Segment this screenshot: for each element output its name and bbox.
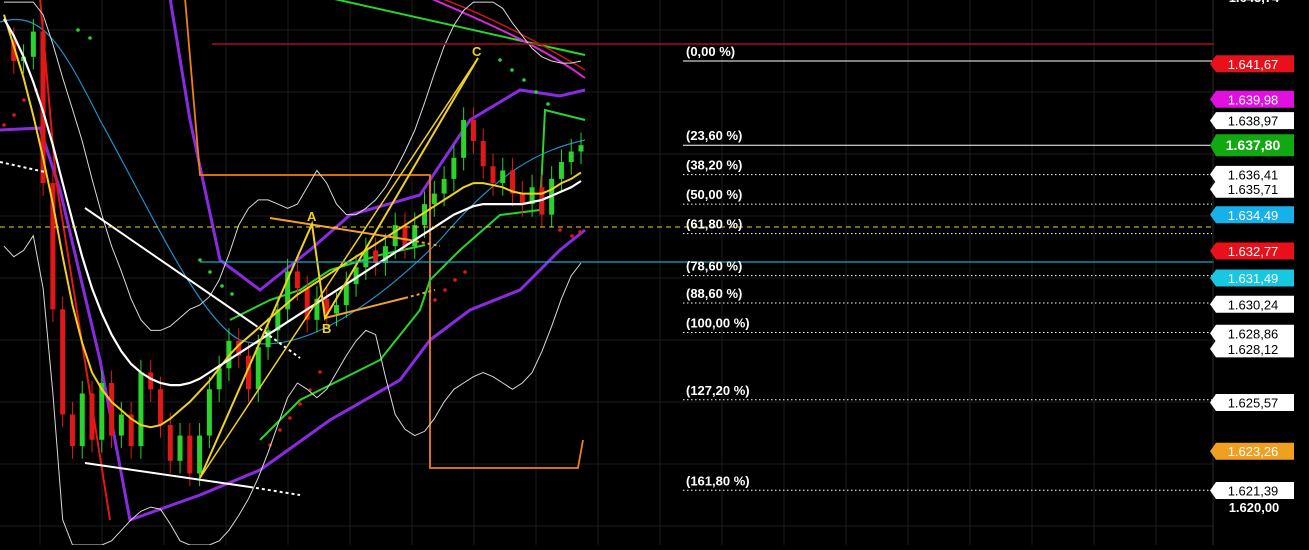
- pattern-label-b: B: [322, 321, 331, 336]
- price-badge-label: 1.637,80: [1226, 137, 1281, 153]
- candle-body[interactable]: [157, 389, 163, 426]
- candle-body[interactable]: [30, 31, 36, 57]
- sar-dot: [230, 292, 234, 296]
- sar-dot: [298, 402, 302, 406]
- candle-body[interactable]: [431, 193, 437, 205]
- fib-level-label: (0,00 %): [686, 44, 735, 59]
- sar-dot: [510, 68, 514, 72]
- price-badge-label: 1.632,77: [1228, 244, 1279, 259]
- candle-body[interactable]: [89, 393, 95, 440]
- candle-body[interactable]: [177, 435, 183, 461]
- fib-level-label: (88,60 %): [686, 286, 742, 301]
- sar-dot: [220, 284, 224, 288]
- price-badge-label: 1.625,57: [1228, 396, 1279, 411]
- price-badge-label: 1.631,49: [1228, 271, 1279, 286]
- sar-dot: [534, 90, 538, 94]
- sar-dot: [453, 278, 457, 282]
- candle-body[interactable]: [79, 393, 85, 447]
- sar-dot: [76, 28, 80, 32]
- price-badge-label: 1.638,97: [1228, 114, 1279, 129]
- price-badge-label: 1.636,41: [1228, 167, 1279, 182]
- candle-body[interactable]: [500, 170, 506, 184]
- sar-dot: [208, 270, 212, 274]
- chart-background: [0, 0, 1309, 545]
- candle-body[interactable]: [568, 151, 574, 163]
- candle-body[interactable]: [470, 119, 476, 141]
- sar-dot: [288, 416, 292, 420]
- fib-level-label: (161,80 %): [686, 473, 750, 488]
- sar-dot: [463, 270, 467, 274]
- sar-dot: [433, 298, 437, 302]
- price-badge-label: 1.623,26: [1228, 444, 1279, 459]
- price-badge-label: 1.621,39: [1228, 484, 1279, 499]
- price-badge-label: 1.641,67: [1228, 57, 1279, 72]
- pattern-label-a: A: [307, 209, 317, 224]
- candle-body[interactable]: [578, 145, 584, 152]
- fib-level-label: (78,60 %): [686, 259, 742, 274]
- candle-body[interactable]: [441, 178, 447, 194]
- candle-body[interactable]: [461, 119, 467, 158]
- candle-body[interactable]: [167, 425, 173, 461]
- chart-canvas[interactable]: A B C (0,00 %) (23,60 %) (38,20 %) (50,00 %) (6…: [0, 0, 1309, 546]
- price-badge-label: 1.628,86: [1228, 326, 1279, 341]
- fib-level-label: (50,00 %): [686, 187, 742, 202]
- candle-body[interactable]: [138, 372, 144, 447]
- fib-level-label: (127,20 %): [686, 383, 750, 398]
- price-badge-label: 1.634,49: [1228, 208, 1279, 223]
- fib-level-label: (100,00 %): [686, 315, 750, 330]
- candle-body[interactable]: [490, 166, 496, 184]
- candle-body[interactable]: [187, 435, 193, 474]
- price-badge-label: 1.639,98: [1228, 92, 1279, 107]
- candle-body[interactable]: [109, 382, 115, 436]
- sar-dot: [498, 58, 502, 62]
- candle-body[interactable]: [206, 389, 212, 436]
- sar-dot: [546, 102, 550, 106]
- candle-body[interactable]: [118, 414, 124, 436]
- candle-body[interactable]: [255, 347, 261, 390]
- price-axis-tick: 1.643,74: [1229, 0, 1280, 5]
- sar-dot: [198, 258, 202, 262]
- trading-chart[interactable]: A B C (0,00 %) (23,60 %) (38,20 %) (50,00 %) (6…: [0, 0, 1309, 546]
- candle-body[interactable]: [373, 250, 379, 264]
- sar-dot: [578, 230, 582, 234]
- price-badge-label: 1.628,12: [1228, 342, 1279, 357]
- candle-body[interactable]: [294, 271, 300, 289]
- candle-body[interactable]: [402, 225, 408, 247]
- pattern-label-c: C: [472, 44, 482, 59]
- candle-body[interactable]: [392, 225, 398, 247]
- candle-body[interactable]: [519, 193, 525, 205]
- candle-body[interactable]: [412, 225, 418, 247]
- candle-body[interactable]: [480, 140, 486, 167]
- candle-body[interactable]: [148, 372, 154, 390]
- candle-body[interactable]: [197, 435, 203, 474]
- fib-level-label: (61,80 %): [686, 217, 742, 232]
- candle-body[interactable]: [334, 305, 340, 314]
- sar-dot: [88, 36, 92, 40]
- sar-dot: [22, 98, 26, 102]
- candle-body[interactable]: [69, 414, 75, 447]
- sar-dot: [570, 234, 574, 238]
- sar-dot: [278, 428, 282, 432]
- candle-body[interactable]: [60, 309, 66, 415]
- sar-dot: [12, 113, 16, 117]
- price-badge-label: 1.635,71: [1228, 182, 1279, 197]
- sar-dot: [558, 228, 562, 232]
- candle-body[interactable]: [451, 157, 457, 179]
- sar-dot: [443, 288, 447, 292]
- price-badge-label: 1.630,24: [1228, 297, 1279, 312]
- sar-dot: [522, 78, 526, 82]
- price-axis-tick: 1.620,00: [1229, 500, 1280, 515]
- sar-dot: [318, 370, 322, 374]
- sar-dot: [2, 123, 6, 127]
- fib-level-label: (38,20 %): [686, 158, 742, 173]
- candle-body[interactable]: [343, 284, 349, 306]
- fib-level-label: (23,60 %): [686, 128, 742, 143]
- candle-body[interactable]: [558, 162, 564, 179]
